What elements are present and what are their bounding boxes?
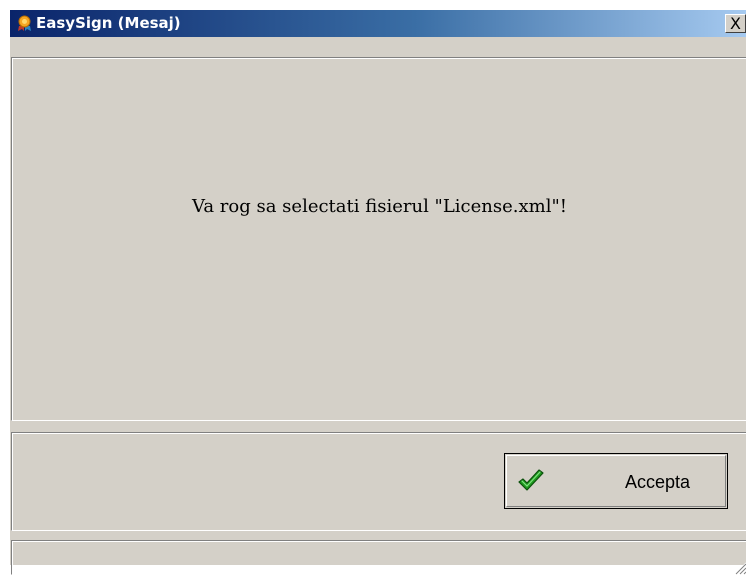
title-bar[interactable]: EasySign (Mesaj) X [10,10,746,37]
window-title: EasySign (Mesaj) [36,14,181,32]
close-button[interactable]: X [725,14,746,33]
accept-button[interactable]: Accepta [504,453,728,509]
button-panel: Accepta [11,432,746,531]
message-dialog: EasySign (Mesaj) X Va rog sa selectati f… [10,10,746,575]
accept-button-face: Accepta [506,455,726,507]
accept-button-label: Accepta [625,472,691,492]
status-bar [11,540,746,575]
green-checkmark-icon [516,467,546,497]
resize-grip-icon[interactable] [731,559,746,575]
message-panel: Va rog sa selectati fisierul "License.xm… [11,57,746,421]
close-icon: X [730,14,741,33]
easysign-app-icon [16,15,33,32]
message-text: Va rog sa selectati fisierul "License.xm… [192,196,567,217]
